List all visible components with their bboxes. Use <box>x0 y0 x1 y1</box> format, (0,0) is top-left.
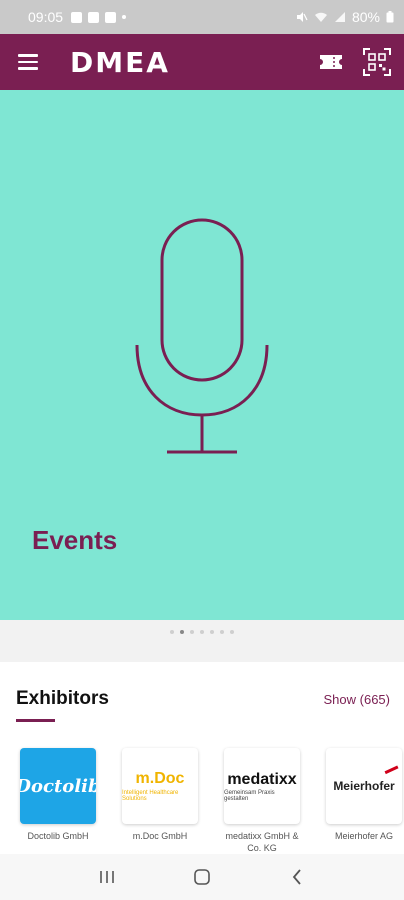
pager-dot[interactable] <box>200 630 204 634</box>
exhibitor-card[interactable]: m.Doc Intelligent Healthcare Solutions m… <box>122 748 198 854</box>
pager-dot[interactable] <box>170 630 174 634</box>
app-bar: DMEA <box>0 34 404 90</box>
exhibitor-card[interactable]: Meierhofer Meierhofer AG <box>326 748 402 854</box>
pager-dot[interactable] <box>190 630 194 634</box>
system-icons: 80% <box>296 9 394 25</box>
signal-icon <box>334 12 345 22</box>
status-time: 09:05 <box>28 9 64 25</box>
recent-apps-icon[interactable] <box>92 862 122 892</box>
back-icon[interactable] <box>282 862 312 892</box>
mute-icon <box>296 12 308 22</box>
exhibitor-name: medatixx GmbH & Co. KG <box>225 831 299 853</box>
section-title: Exhibitors <box>16 688 109 709</box>
logo-text: Meierhofer <box>333 779 395 793</box>
app-screen: 09:05 80% DMEA Events Exhibitors Show (6… <box>0 0 404 900</box>
wifi-icon <box>314 12 327 22</box>
carousel-pager <box>0 630 404 634</box>
microphone-icon <box>135 218 269 454</box>
more-notifications-icon <box>122 15 127 19</box>
battery-icon <box>386 11 394 23</box>
system-nav-bar <box>0 854 404 900</box>
logo-text: medatixx <box>227 770 297 788</box>
qr-code-icon[interactable] <box>362 47 392 77</box>
gallery-icon <box>71 11 83 23</box>
hero-title: Events <box>32 525 118 555</box>
exhibitor-logo: m.Doc Intelligent Healthcare Solutions <box>122 748 198 824</box>
logo-text: Doctolib <box>20 775 96 797</box>
notification-icons <box>71 11 127 23</box>
pager-dot[interactable] <box>220 630 224 634</box>
exhibitors-section: Exhibitors Show (665) Doctolib Doctolib … <box>0 662 404 854</box>
home-icon[interactable] <box>187 862 217 892</box>
logo-text: m.Doc <box>135 770 185 787</box>
status-bar: 09:05 80% <box>0 0 404 34</box>
exhibitor-name: Meierhofer AG <box>334 831 394 841</box>
exhibitor-card[interactable]: Doctolib Doctolib GmbH <box>20 748 96 854</box>
show-all-link[interactable]: Show (665) <box>324 692 390 707</box>
ticket-icon[interactable] <box>316 47 346 77</box>
logo-tagline: Intelligent Healthcare Solutions <box>122 790 179 802</box>
exhibitor-name: Doctolib GmbH <box>27 831 89 841</box>
exhibitor-list: Doctolib Doctolib GmbH m.Doc Intelligent… <box>20 748 404 854</box>
events-hero-card[interactable]: Events <box>0 90 404 620</box>
pager-dot[interactable] <box>210 630 214 634</box>
message-icon <box>105 11 117 23</box>
pager-dot-active[interactable] <box>180 630 184 634</box>
pager-dot[interactable] <box>230 630 234 634</box>
exhibitor-card[interactable]: medatixx Gemeinsam Praxis gestalten meda… <box>224 748 300 854</box>
exhibitor-logo: Doctolib <box>20 748 96 824</box>
battery-percentage: 80% <box>351 9 380 25</box>
logo-tagline: Gemeinsam Praxis gestalten <box>224 789 275 802</box>
exhibitor-logo: Meierhofer <box>326 748 402 824</box>
logo-swoosh <box>384 765 402 781</box>
menu-icon[interactable] <box>0 34 56 90</box>
app-logo: DMEA <box>70 45 170 79</box>
exhibitor-name: m.Doc GmbH <box>132 831 188 841</box>
checkbox-icon <box>88 11 100 23</box>
exhibitor-logo: medatixx Gemeinsam Praxis gestalten <box>224 748 300 824</box>
title-underline <box>16 719 55 722</box>
